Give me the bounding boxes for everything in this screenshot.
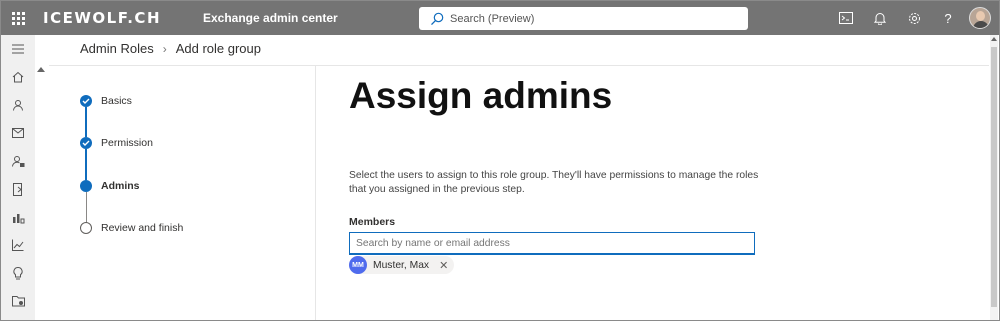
step-completed-check-icon bbox=[80, 137, 92, 149]
step-connector bbox=[85, 149, 87, 180]
cloud-shell-icon[interactable] bbox=[829, 1, 863, 35]
step-basics[interactable]: Basics bbox=[80, 95, 132, 107]
step-label: Basics bbox=[101, 95, 132, 107]
app-launcher-icon[interactable] bbox=[1, 1, 35, 35]
nav-public-folders-icon[interactable] bbox=[1, 287, 35, 315]
top-bar-actions: ? bbox=[829, 1, 999, 35]
step-connector bbox=[86, 192, 87, 223]
members-label: Members bbox=[349, 216, 396, 228]
app-window: ICEWOLF.CH Exchange admin center Search … bbox=[0, 0, 1000, 321]
search-placeholder: Search (Preview) bbox=[450, 12, 535, 25]
step-connector bbox=[85, 107, 87, 137]
breadcrumb-admin-roles-link[interactable]: Admin Roles bbox=[80, 41, 154, 56]
breadcrumb: Admin Roles › Add role group bbox=[80, 41, 261, 56]
nav-migration-icon[interactable] bbox=[1, 175, 35, 203]
step-label: Admins bbox=[101, 180, 140, 192]
step-current-dot-icon bbox=[80, 180, 92, 192]
settings-gear-icon[interactable] bbox=[897, 1, 931, 35]
nav-recipients-person-icon[interactable] bbox=[1, 91, 35, 119]
scrollbar-thumb[interactable] bbox=[991, 47, 997, 307]
step-label: Review and finish bbox=[101, 222, 184, 234]
step-permission[interactable]: Permission bbox=[80, 137, 153, 149]
header-divider bbox=[49, 65, 989, 66]
scroll-up-arrow-icon[interactable] bbox=[37, 65, 45, 73]
breadcrumb-separator-chevron-icon: › bbox=[162, 41, 167, 56]
step-review-and-finish[interactable]: Review and finish bbox=[80, 222, 183, 234]
step-pending-circle-icon bbox=[80, 222, 92, 234]
nav-roles-person-lock-icon[interactable] bbox=[1, 147, 35, 175]
user-avatar[interactable] bbox=[969, 7, 991, 29]
notifications-bell-icon[interactable] bbox=[863, 1, 897, 35]
search-icon bbox=[431, 12, 444, 25]
tenant-logo[interactable]: ICEWOLF.CH bbox=[43, 9, 183, 27]
nav-mail-flow-icon[interactable] bbox=[1, 119, 35, 147]
left-nav-rail bbox=[1, 35, 35, 320]
global-search-box[interactable]: Search (Preview) bbox=[419, 7, 748, 30]
app-title[interactable]: Exchange admin center bbox=[203, 11, 338, 25]
step-completed-check-icon bbox=[80, 95, 92, 107]
nav-reports-icon[interactable] bbox=[1, 203, 35, 231]
stepper-divider bbox=[315, 66, 316, 320]
nav-home-icon[interactable] bbox=[1, 63, 35, 91]
selected-member-chip: MM Muster, Max ✕ bbox=[349, 256, 455, 274]
help-question-icon[interactable]: ? bbox=[931, 1, 965, 35]
member-initials-avatar: MM bbox=[349, 256, 367, 274]
remove-member-close-icon[interactable]: ✕ bbox=[439, 259, 448, 272]
page-title: Assign admins bbox=[349, 75, 613, 116]
nav-collapse-menu-icon[interactable] bbox=[1, 35, 35, 63]
member-name: Muster, Max bbox=[373, 259, 430, 271]
members-search-input[interactable] bbox=[349, 232, 755, 255]
top-bar: ICEWOLF.CH Exchange admin center Search … bbox=[1, 1, 999, 35]
vertical-scrollbar[interactable] bbox=[990, 35, 998, 320]
nav-insights-chart-icon[interactable] bbox=[1, 231, 35, 259]
page-description: Select the users to assign to this role … bbox=[349, 170, 759, 195]
nav-lightbulb-icon[interactable] bbox=[1, 259, 35, 287]
breadcrumb-current: Add role group bbox=[175, 41, 261, 56]
step-admins[interactable]: Admins bbox=[80, 180, 140, 192]
step-label: Permission bbox=[101, 137, 153, 149]
